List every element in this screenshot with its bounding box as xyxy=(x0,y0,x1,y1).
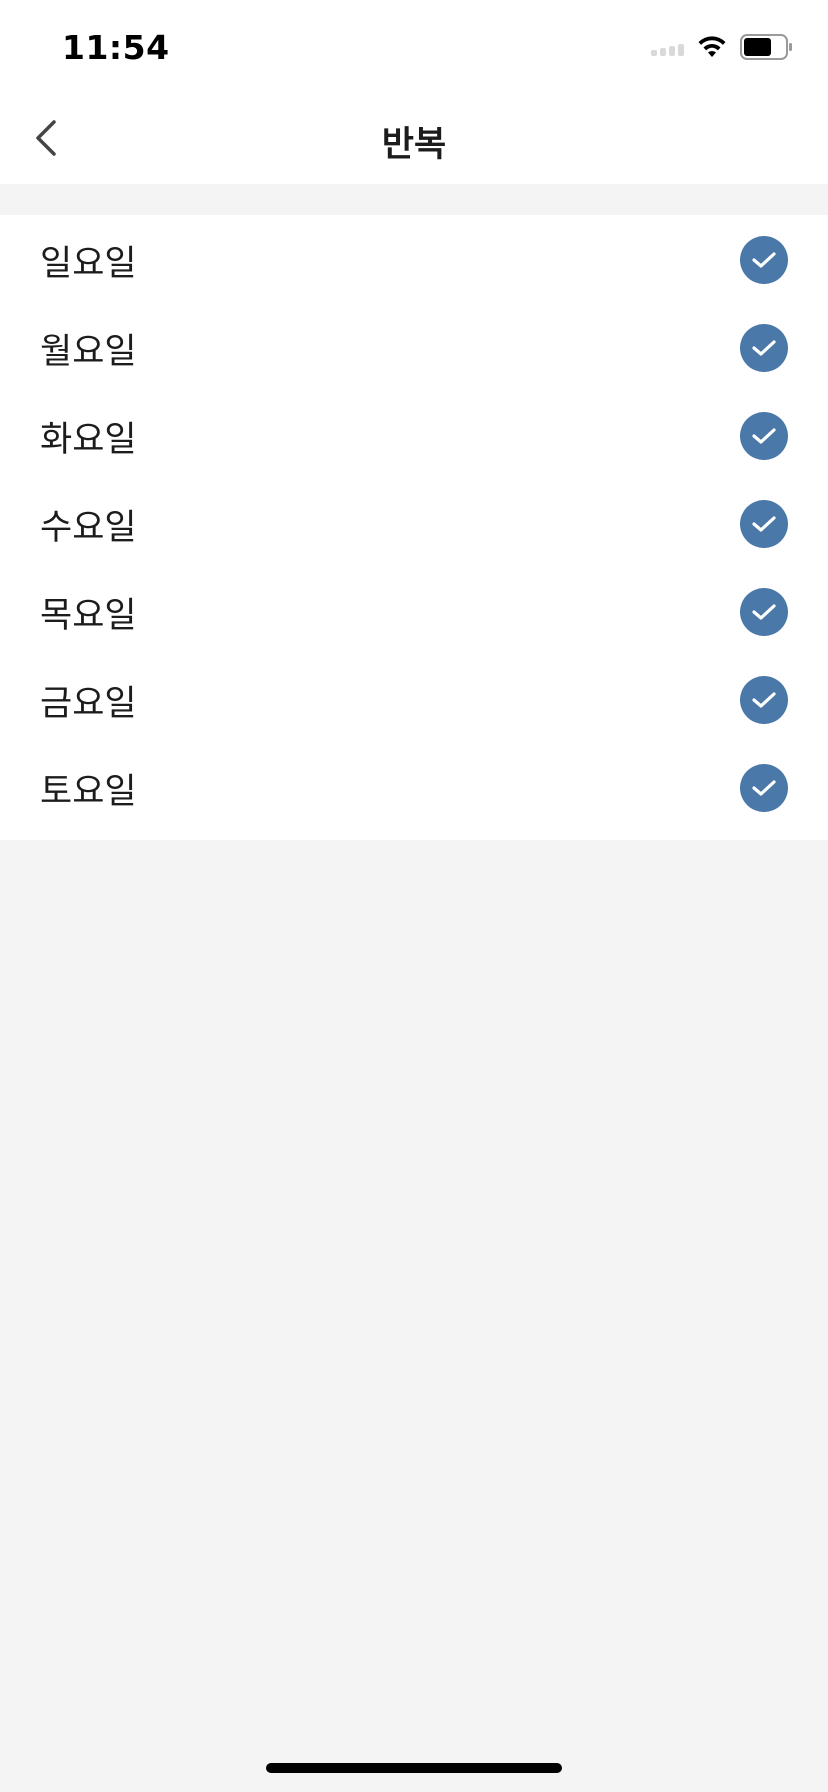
status-icons xyxy=(651,34,794,64)
check-icon[interactable] xyxy=(740,324,788,372)
check-icon[interactable] xyxy=(740,764,788,812)
day-label: 일요일 xyxy=(40,244,137,284)
day-label: 월요일 xyxy=(40,332,137,372)
day-item-sunday[interactable]: 일요일 xyxy=(0,215,828,303)
battery-icon xyxy=(740,34,794,64)
check-icon[interactable] xyxy=(740,500,788,548)
check-icon[interactable] xyxy=(740,676,788,724)
day-label: 수요일 xyxy=(40,508,137,548)
status-bar: 11:54 xyxy=(0,0,828,96)
day-label: 금요일 xyxy=(40,684,137,724)
home-indicator[interactable] xyxy=(266,1763,562,1773)
wifi-icon xyxy=(696,35,728,63)
navigation-bar: 반복 xyxy=(0,96,828,184)
day-item-saturday[interactable]: 토요일 xyxy=(0,743,828,840)
day-item-thursday[interactable]: 목요일 xyxy=(0,567,828,655)
check-icon[interactable] xyxy=(740,236,788,284)
status-time: 11:54 xyxy=(62,28,170,67)
page-title: 반복 xyxy=(381,125,447,165)
day-item-wednesday[interactable]: 수요일 xyxy=(0,479,828,567)
cellular-signal-icon xyxy=(651,42,684,56)
day-label: 토요일 xyxy=(40,772,137,812)
check-icon[interactable] xyxy=(740,412,788,460)
day-item-friday[interactable]: 금요일 xyxy=(0,655,828,743)
day-item-monday[interactable]: 월요일 xyxy=(0,303,828,391)
day-item-tuesday[interactable]: 화요일 xyxy=(0,391,828,479)
check-icon[interactable] xyxy=(740,588,788,636)
day-label: 목요일 xyxy=(40,596,137,636)
day-list: 일요일 월요일 화요일 수요일 목요일 금요일 토요일 xyxy=(0,215,828,840)
day-label: 화요일 xyxy=(40,420,137,460)
